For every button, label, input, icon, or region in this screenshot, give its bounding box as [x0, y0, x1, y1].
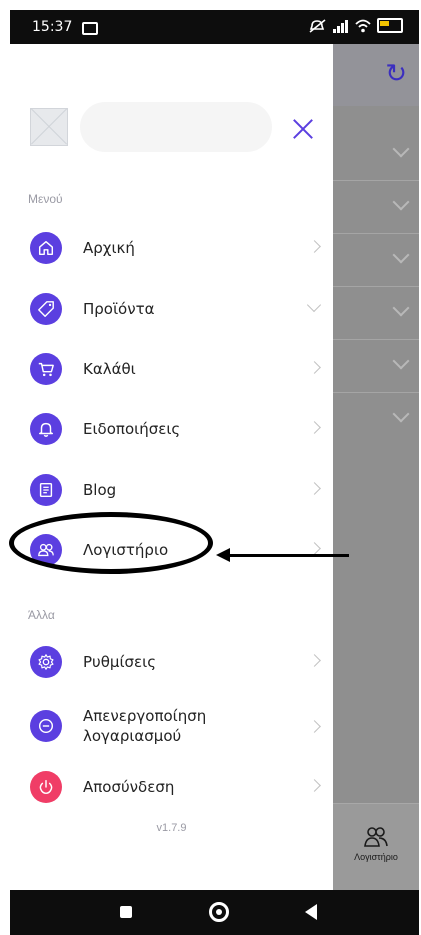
signal-icon: [333, 19, 349, 33]
chevron-right-icon: [308, 654, 321, 667]
menu-item-label: Καλάθι: [83, 360, 136, 378]
battery-icon: [377, 18, 403, 33]
menu-item-notifications[interactable]: Ειδοποιήσεις: [10, 401, 333, 457]
avatar: [30, 108, 68, 146]
message-notification-icon: [82, 22, 98, 35]
background-bottom-tab: Λογιστήριο: [333, 803, 419, 890]
background-row: [333, 392, 419, 445]
tag-icon: [30, 293, 62, 325]
chevron-right-icon: [308, 421, 321, 434]
menu-item-label: Ρυθμίσεις: [83, 653, 157, 671]
background-app: ↻ Λογιστήριο: [333, 44, 419, 890]
label-line-2: λογαριασμού: [83, 727, 182, 745]
bell-icon: [30, 413, 62, 445]
annotation-arrow-head: [216, 548, 230, 562]
back-button[interactable]: [305, 904, 317, 920]
background-header: ↻: [333, 44, 419, 106]
menu-item-label: Αποσύνδεση: [83, 778, 175, 796]
label-line-1: Απενεργοποίηση: [83, 707, 207, 725]
chevron-right-icon: [308, 779, 321, 792]
app-version: v1.7.9: [156, 822, 187, 834]
close-icon[interactable]: [292, 118, 314, 140]
section-label-other: Άλλα: [28, 608, 55, 622]
user-name-redacted: [80, 102, 272, 152]
chevron-right-icon: [308, 482, 321, 495]
people-icon: [364, 827, 388, 847]
status-icons: [309, 18, 403, 33]
background-row: [333, 127, 419, 181]
chevron-right-icon: [308, 240, 321, 253]
minus-circle-icon: [30, 710, 62, 742]
menu-item-products[interactable]: Προϊόντα: [10, 281, 333, 337]
android-navigation-bar: [10, 890, 419, 935]
chevron-right-icon: [308, 542, 321, 555]
menu-item-logout[interactable]: Αποσύνδεση: [10, 759, 333, 815]
annotation-ellipse: [9, 512, 213, 574]
chevron-down-icon: [392, 352, 410, 370]
chevron-down-icon: [392, 140, 410, 158]
menu-item-settings[interactable]: Ρυθμίσεις: [10, 634, 333, 690]
menu-item-label: Προϊόντα: [83, 300, 155, 318]
menu-item-label: Αρχική: [83, 239, 135, 257]
menu-item-label: Ειδοποιήσεις: [83, 420, 181, 438]
background-row: [333, 286, 419, 340]
refresh-icon: ↻: [385, 58, 407, 88]
home-icon: [30, 232, 62, 264]
chevron-right-icon: [308, 720, 321, 733]
document-icon: [30, 474, 62, 506]
gear-icon: [30, 646, 62, 678]
screen: 15:37 ↻ Λογιστήριο Μενού Αρχική Προϊόντα…: [10, 10, 419, 890]
wifi-icon: [355, 19, 371, 32]
status-time: 15:37: [32, 19, 73, 35]
power-icon: [30, 771, 62, 803]
mute-icon: [309, 18, 326, 33]
phone-frame: 15:37 ↻ Λογιστήριο Μενού Αρχική Προϊόντα…: [0, 0, 421, 935]
chevron-down-icon: [306, 297, 322, 313]
menu-item-cart[interactable]: Καλάθι: [10, 341, 333, 397]
background-row: [333, 233, 419, 287]
chevron-down-icon: [392, 246, 410, 264]
home-button[interactable]: [209, 902, 229, 922]
menu-item-label: Blog: [83, 481, 117, 499]
background-row: [333, 180, 419, 234]
status-bar: 15:37: [10, 10, 419, 44]
tab-label: Λογιστήριο: [354, 852, 398, 862]
background-row: [333, 339, 419, 393]
annotation-arrow-line: [226, 554, 349, 557]
chevron-down-icon: [392, 193, 410, 211]
menu-item-label: Απενεργοποίηση λογαριασμού: [83, 706, 206, 746]
navigation-drawer: Μενού Αρχική Προϊόντα Καλάθι Ειδοποιήσει…: [10, 44, 333, 890]
section-label-menu: Μενού: [28, 192, 63, 206]
menu-item-deactivate-account[interactable]: Απενεργοποίηση λογαριασμού: [10, 694, 333, 758]
chevron-right-icon: [308, 361, 321, 374]
menu-item-home[interactable]: Αρχική: [10, 220, 333, 276]
chevron-down-icon: [392, 299, 410, 317]
recent-apps-button[interactable]: [120, 906, 132, 918]
menu-item-blog[interactable]: Blog: [10, 462, 333, 518]
cart-icon: [30, 353, 62, 385]
chevron-down-icon: [392, 405, 410, 423]
